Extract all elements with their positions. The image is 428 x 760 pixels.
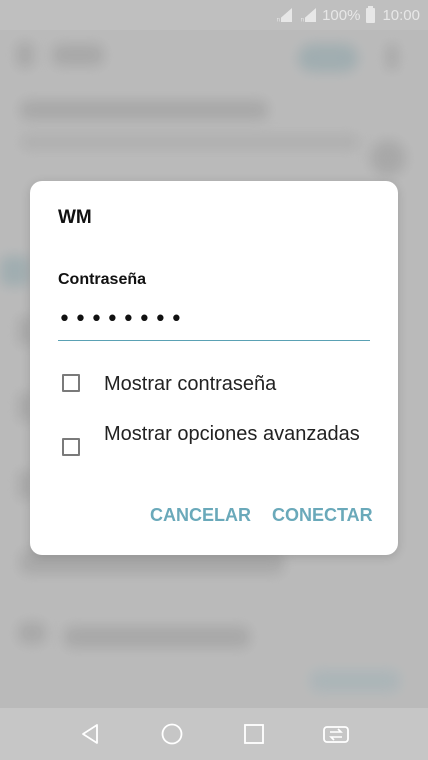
connect-button[interactable]: CONECTAR bbox=[272, 505, 373, 526]
show-password-option[interactable]: Mostrar contraseña bbox=[62, 370, 276, 399]
home-icon[interactable] bbox=[158, 720, 186, 748]
show-advanced-option[interactable]: Mostrar opciones avanzadas bbox=[62, 420, 362, 456]
back-icon[interactable] bbox=[76, 720, 104, 748]
show-password-checkbox[interactable] bbox=[62, 374, 80, 392]
dual-window-icon[interactable] bbox=[322, 720, 350, 748]
password-field[interactable] bbox=[58, 305, 370, 341]
recents-icon[interactable] bbox=[240, 720, 268, 748]
show-advanced-checkbox[interactable] bbox=[62, 438, 80, 456]
wifi-password-dialog: WM Contraseña Mostrar contraseña Mostrar… bbox=[30, 181, 398, 555]
show-password-label: Mostrar contraseña bbox=[104, 373, 277, 395]
navigation-bar bbox=[0, 708, 428, 760]
cancel-button[interactable]: CANCELAR bbox=[150, 505, 251, 526]
password-label: Contraseña bbox=[58, 271, 147, 288]
network-name: WM bbox=[58, 207, 92, 228]
show-advanced-label: Mostrar opciones avanzadas bbox=[104, 423, 360, 445]
